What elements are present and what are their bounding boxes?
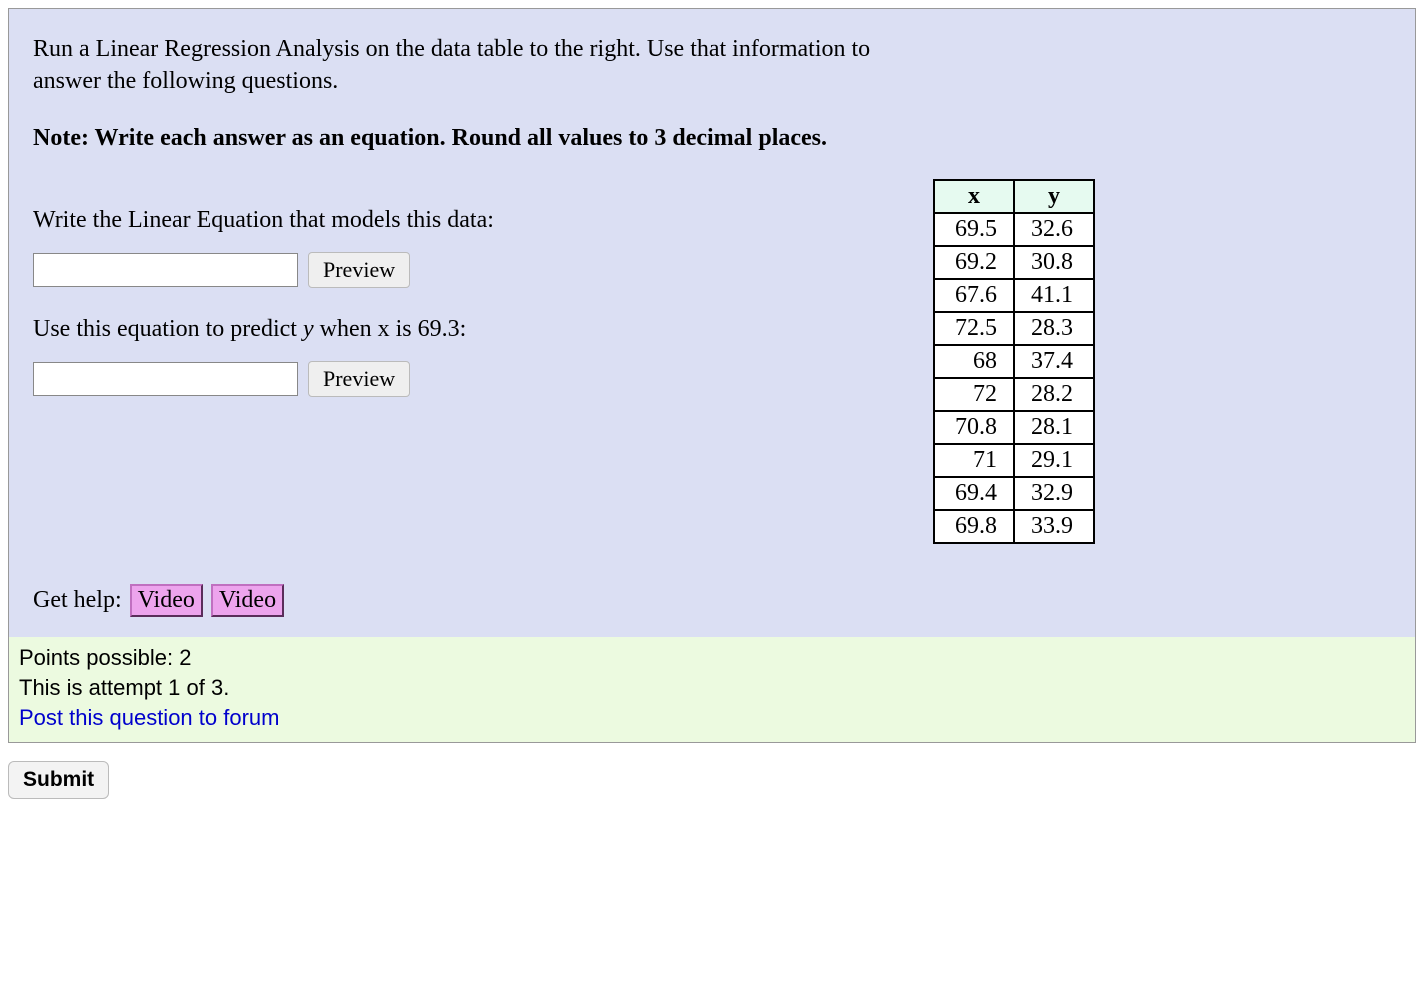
table-cell-y: 32.9 bbox=[1014, 477, 1094, 510]
help-video-link-1[interactable]: Video bbox=[130, 584, 203, 617]
table-row: 7129.1 bbox=[934, 444, 1094, 477]
q2-prompt-var: y bbox=[303, 316, 314, 342]
table-header-x: x bbox=[934, 180, 1014, 213]
table-row: 69.833.9 bbox=[934, 510, 1094, 543]
table-cell-x: 69.8 bbox=[934, 510, 1014, 543]
table-cell-y: 28.2 bbox=[1014, 378, 1094, 411]
q2-prompt-pre: Use this equation to predict bbox=[33, 316, 303, 342]
q2-answer-input[interactable] bbox=[33, 362, 298, 396]
attempt-count: This is attempt 1 of 3. bbox=[19, 673, 1405, 703]
help-video-link-2[interactable]: Video bbox=[211, 584, 284, 617]
table-cell-x: 69.4 bbox=[934, 477, 1014, 510]
table-cell-x: 68 bbox=[934, 345, 1014, 378]
table-cell-x: 72 bbox=[934, 378, 1014, 411]
table-cell-x: 70.8 bbox=[934, 411, 1014, 444]
table-cell-y: 41.1 bbox=[1014, 279, 1094, 312]
intro-text: Run a Linear Regression Analysis on the … bbox=[33, 33, 913, 98]
post-to-forum-link[interactable]: Post this question to forum bbox=[19, 703, 1405, 733]
q2-prompt-post: when x is 69.3: bbox=[314, 316, 467, 342]
table-cell-x: 72.5 bbox=[934, 312, 1014, 345]
table-row: 69.230.8 bbox=[934, 246, 1094, 279]
help-row: Get help: Video Video bbox=[33, 584, 1391, 617]
q1-prompt: Write the Linear Equation that models th… bbox=[33, 207, 893, 234]
table-cell-y: 32.6 bbox=[1014, 213, 1094, 246]
q1-preview-button[interactable]: Preview bbox=[308, 252, 410, 288]
help-label: Get help: bbox=[33, 587, 122, 613]
table-row: 6837.4 bbox=[934, 345, 1094, 378]
table-cell-x: 69.5 bbox=[934, 213, 1014, 246]
data-table: x y 69.532.669.230.867.641.172.528.36837… bbox=[933, 179, 1095, 544]
table-cell-y: 28.3 bbox=[1014, 312, 1094, 345]
table-cell-x: 69.2 bbox=[934, 246, 1014, 279]
table-row: 69.432.9 bbox=[934, 477, 1094, 510]
note-text: Note: Write each answer as an equation. … bbox=[33, 122, 1391, 156]
table-row: 70.828.1 bbox=[934, 411, 1094, 444]
question-footer: Points possible: 2 This is attempt 1 of … bbox=[9, 637, 1415, 742]
q1-answer-input[interactable] bbox=[33, 253, 298, 287]
table-row: 72.528.3 bbox=[934, 312, 1094, 345]
question-container: Run a Linear Regression Analysis on the … bbox=[8, 8, 1416, 743]
table-cell-y: 33.9 bbox=[1014, 510, 1094, 543]
table-cell-y: 37.4 bbox=[1014, 345, 1094, 378]
table-cell-y: 29.1 bbox=[1014, 444, 1094, 477]
table-header-y: y bbox=[1014, 180, 1094, 213]
table-cell-y: 30.8 bbox=[1014, 246, 1094, 279]
points-possible: Points possible: 2 bbox=[19, 643, 1405, 673]
q2-preview-button[interactable]: Preview bbox=[308, 361, 410, 397]
table-cell-x: 71 bbox=[934, 444, 1014, 477]
table-row: 7228.2 bbox=[934, 378, 1094, 411]
q2-prompt: Use this equation to predict y when x is… bbox=[33, 316, 893, 343]
table-cell-x: 67.6 bbox=[934, 279, 1014, 312]
table-row: 69.532.6 bbox=[934, 213, 1094, 246]
submit-button[interactable]: Submit bbox=[8, 761, 109, 799]
table-row: 67.641.1 bbox=[934, 279, 1094, 312]
table-header-row: x y bbox=[934, 180, 1094, 213]
question-body: Run a Linear Regression Analysis on the … bbox=[9, 9, 1415, 637]
table-cell-y: 28.1 bbox=[1014, 411, 1094, 444]
